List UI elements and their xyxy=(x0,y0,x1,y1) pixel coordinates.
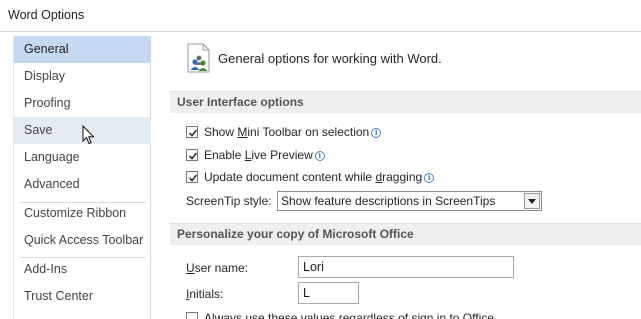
sidebar-item-add-ins[interactable]: Add-Ins xyxy=(14,256,151,283)
info-icon[interactable]: i xyxy=(371,128,382,138)
option-live-preview[interactable]: Enable Live Preview i xyxy=(186,146,325,164)
screentip-style-label: ScreenTip style: xyxy=(186,194,272,208)
checkbox-always-use-values[interactable] xyxy=(186,312,198,319)
option-label: Show Mini Toolbar on selection xyxy=(204,125,370,139)
section-personalize: Personalize your copy of Microsoft Offic… xyxy=(170,223,641,245)
option-label: Enable Live Preview xyxy=(204,148,313,162)
option-always-use-values[interactable]: Always use these values regardless of si… xyxy=(186,309,497,319)
section-ui-options: User Interface options xyxy=(170,91,641,113)
sidebar-item-trust-center[interactable]: Trust Center xyxy=(14,283,151,310)
sidebar-item-general[interactable]: General xyxy=(14,36,151,63)
checkmark-icon xyxy=(188,129,198,137)
user-name-input[interactable]: Lori xyxy=(298,256,514,278)
screentip-style-value: Show feature descriptions in ScreenTips xyxy=(281,194,496,208)
checkbox-update-while-dragging[interactable] xyxy=(186,171,198,183)
page-header: General options for working with Word. xyxy=(218,51,442,66)
option-label: Always use these values regardless of si… xyxy=(204,311,498,319)
sidebar-item-customize-ribbon[interactable]: Customize Ribbon xyxy=(14,200,151,227)
sidebar-item-language[interactable]: Language xyxy=(14,144,151,171)
option-mini-toolbar[interactable]: Show Mini Toolbar on selection i xyxy=(186,123,382,141)
window-title: Word Options xyxy=(8,8,85,22)
sidebar-item-display[interactable]: Display xyxy=(14,63,151,90)
info-icon[interactable]: i xyxy=(314,151,325,161)
options-people-icon xyxy=(187,43,210,73)
options-sidebar: General Display Proofing Save Language A… xyxy=(13,36,151,319)
initials-label: Initials: xyxy=(186,287,224,301)
sidebar-item-advanced[interactable]: Advanced xyxy=(14,171,151,198)
sidebar-item-proofing[interactable]: Proofing xyxy=(14,90,151,117)
sidebar-item-quick-access-toolbar[interactable]: Quick Access Toolbar xyxy=(14,227,151,254)
checkbox-live-preview[interactable] xyxy=(186,149,198,161)
info-icon[interactable]: i xyxy=(424,173,435,183)
option-label: Update document content while dragging xyxy=(204,170,423,184)
dropdown-button[interactable] xyxy=(524,193,540,209)
title-bar: Word Options xyxy=(0,0,641,32)
initials-input[interactable]: L xyxy=(298,282,359,304)
checkbox-mini-toolbar[interactable] xyxy=(186,126,198,138)
user-name-label: User name: xyxy=(186,261,249,275)
checkmark-icon xyxy=(188,152,198,160)
option-update-while-dragging[interactable]: Update document content while dragging i xyxy=(186,168,435,186)
options-content: General options for working with Word. U… xyxy=(152,33,641,319)
mouse-pointer-icon xyxy=(82,125,95,145)
checkmark-icon xyxy=(188,174,198,182)
screentip-style-select[interactable]: Show feature descriptions in ScreenTips xyxy=(277,191,542,211)
dropdown-arrow-icon xyxy=(528,199,536,204)
